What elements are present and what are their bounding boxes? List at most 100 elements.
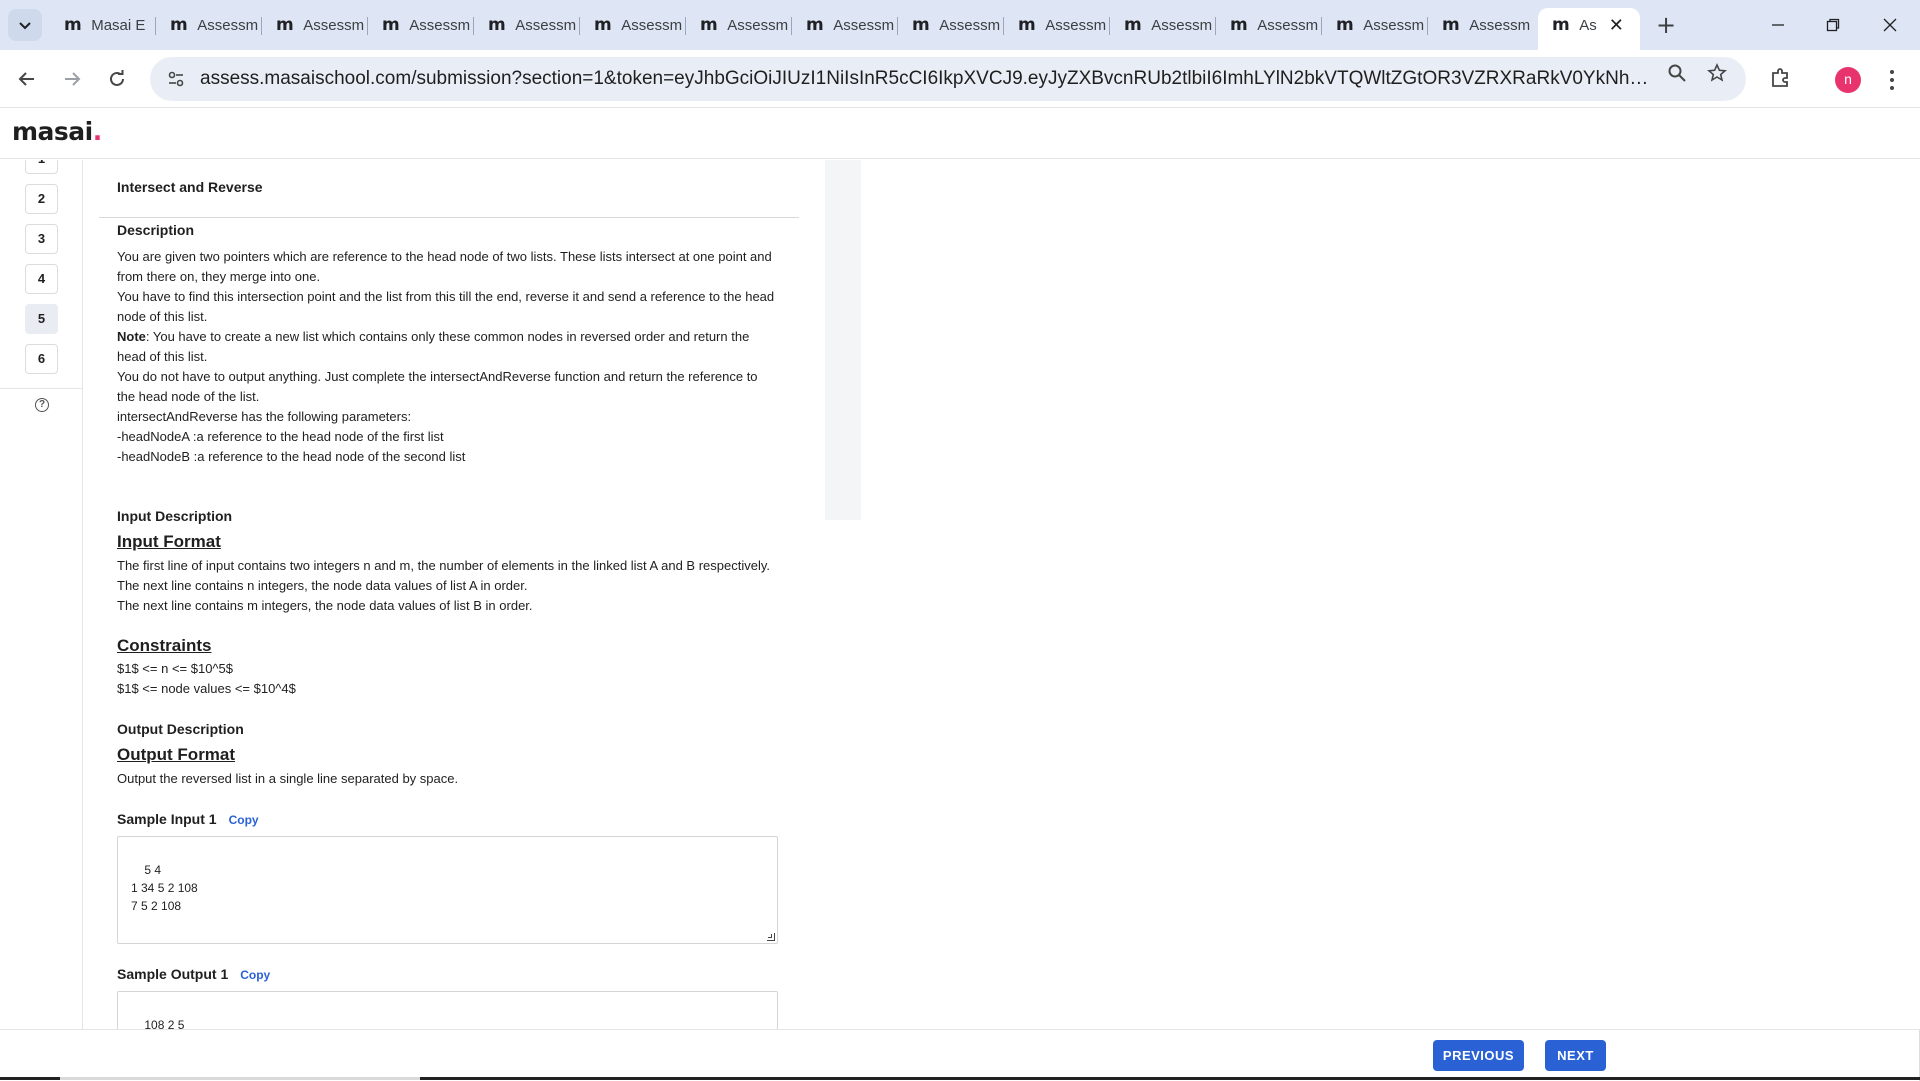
sample-input-box[interactable]: 5 4 1 34 5 2 108 7 5 2 108: [117, 836, 778, 944]
profile-avatar[interactable]: n: [1835, 67, 1861, 93]
question-nav-item-4[interactable]: 4: [25, 264, 58, 294]
note-text: : You have to create a new list which co…: [117, 329, 750, 364]
app-header: masai.: [0, 109, 1920, 159]
browser-tab[interactable]: m Assessm: [368, 8, 474, 42]
masai-favicon-icon: m: [1552, 15, 1570, 35]
tab-title: Assessm: [1363, 16, 1425, 34]
minimize-icon: [1772, 24, 1784, 26]
masai-favicon-icon: m: [276, 15, 294, 35]
sample-output-label: Sample Output 1: [117, 966, 229, 982]
extensions-puzzle-icon[interactable]: [1769, 65, 1795, 91]
description-paragraph: You have to find this intersection point…: [117, 289, 775, 324]
output-format-heading: Output Format: [117, 745, 236, 764]
next-button[interactable]: NEXT: [1545, 1040, 1606, 1071]
arrow-left-icon: [18, 72, 34, 86]
tab-title: Assessm: [197, 16, 259, 34]
browser-tab[interactable]: m Assessm: [580, 8, 686, 42]
output-format-text: Output the reversed list in a single lin…: [117, 771, 459, 786]
masai-favicon-icon: m: [1442, 15, 1460, 35]
forward-button[interactable]: [54, 61, 90, 97]
masai-favicon-icon: m: [594, 15, 612, 35]
tab-title: Assessm: [1151, 16, 1213, 34]
browser-toolbar: assess.masaischool.com/submission?sectio…: [0, 50, 1920, 108]
browser-tab[interactable]: m Assessm: [156, 8, 262, 42]
reload-button[interactable]: [99, 61, 135, 97]
url-text: assess.masaischool.com/submission?sectio…: [200, 68, 1650, 89]
reload-icon: [110, 70, 124, 86]
browser-tab[interactable]: m Assessm: [1322, 8, 1428, 42]
description-paragraph: -headNodeA :a reference to the head node…: [117, 429, 444, 444]
description-paragraph: You are given two pointers which are ref…: [117, 249, 772, 284]
masai-favicon-icon: m: [382, 15, 400, 35]
browser-menu-icon[interactable]: [1880, 64, 1904, 96]
copy-sample-input-button[interactable]: Copy: [229, 813, 259, 827]
browser-tab[interactable]: m Assessm: [1216, 8, 1322, 42]
description-paragraph: -headNodeB :a reference to the head node…: [117, 449, 466, 464]
help-icon[interactable]: ?: [35, 398, 49, 412]
masai-favicon-icon: m: [1230, 15, 1248, 35]
input-format-heading: Input Format: [117, 532, 221, 551]
question-nav-item-2[interactable]: 2: [25, 184, 58, 214]
input-format-text: The first line of input contains two int…: [117, 556, 777, 616]
browser-tab[interactable]: m Assessm: [1428, 8, 1534, 42]
sample-output-heading: Sample Output 1 Copy: [117, 966, 270, 982]
sample-input-heading: Sample Input 1 Copy: [117, 811, 259, 827]
close-window-button[interactable]: [1867, 8, 1913, 42]
close-tab-icon[interactable]: ✕: [1609, 15, 1624, 36]
input-format-line: The first line of input contains two int…: [117, 558, 770, 573]
browser-tab[interactable]: m Masai E: [50, 8, 156, 42]
browser-tab[interactable]: m Assessm: [1004, 8, 1110, 42]
browser-tab[interactable]: m Assessm: [262, 8, 368, 42]
tab-title: Assessm: [1045, 16, 1107, 34]
tab-title: Assessm: [833, 16, 895, 34]
restore-button[interactable]: [1810, 8, 1856, 42]
sample-output-box[interactable]: 108 2 5: [117, 991, 778, 1030]
panel-gutter: [825, 160, 861, 520]
previous-button[interactable]: PREVIOUS: [1433, 1040, 1524, 1071]
browser-tab[interactable]: m Assessm: [792, 8, 898, 42]
note-label: Note: [117, 329, 146, 344]
question-nav-item-5[interactable]: 5: [25, 304, 58, 334]
bookmark-star-icon[interactable]: [1704, 60, 1730, 86]
copy-sample-output-button[interactable]: Copy: [240, 968, 270, 982]
zoom-icon[interactable]: [1664, 60, 1690, 86]
masai-favicon-icon: m: [64, 15, 82, 35]
new-tab-button[interactable]: +: [1651, 10, 1681, 40]
masai-favicon-icon: m: [1018, 15, 1036, 35]
sample-input-text: 5 4 1 34 5 2 108 7 5 2 108: [131, 863, 198, 913]
question-nav-item-3[interactable]: 3: [25, 224, 58, 254]
title-divider: [99, 217, 799, 218]
arrow-right-icon: [65, 72, 81, 86]
chevron-down-icon: [19, 22, 31, 30]
browser-tab[interactable]: m Assessm: [898, 8, 1004, 42]
minimize-button[interactable]: [1755, 8, 1801, 42]
address-bar[interactable]: assess.masaischool.com/submission?sectio…: [150, 57, 1746, 101]
nav-divider: [0, 388, 82, 389]
tab-title: Assessm: [1469, 16, 1531, 34]
tab-title: Masai E: [91, 16, 146, 34]
browser-tab-active[interactable]: m As ✕: [1538, 8, 1640, 50]
question-title: Intersect and Reverse: [117, 179, 263, 195]
restore-icon: [1826, 18, 1840, 32]
description-paragraph: intersectAndReverse has the following pa…: [117, 409, 412, 424]
question-nav-item-1[interactable]: 1: [25, 160, 58, 174]
site-info-icon[interactable]: [164, 67, 188, 91]
sample-input-label: Sample Input 1: [117, 811, 217, 827]
browser-tab[interactable]: m Assessm: [474, 8, 580, 42]
browser-tab[interactable]: m Assessm: [686, 8, 792, 42]
output-description-heading: Output Description: [117, 721, 244, 737]
resize-handle-icon[interactable]: [767, 933, 775, 941]
question-panel: Intersect and Reverse Description You ar…: [99, 160, 799, 1030]
tab-search-button[interactable]: [8, 9, 42, 41]
constraints-heading: Constraints: [117, 636, 212, 655]
input-format-line: The next line contains n integers, the n…: [117, 578, 528, 593]
constraint-line: $1$ <= n <= $10^5$: [117, 661, 233, 676]
note-paragraph: Note: You have to create a new list whic…: [117, 327, 777, 367]
description-heading: Description: [117, 222, 195, 238]
question-nav-item-6[interactable]: 6: [25, 344, 58, 374]
constraint-line: $1$ <= node values <= $10^4$: [117, 681, 296, 696]
tab-title: Assessm: [939, 16, 1001, 34]
browser-tab[interactable]: m Assessm: [1110, 8, 1216, 42]
back-button[interactable]: [9, 61, 45, 97]
tab-title: As: [1579, 16, 1597, 34]
